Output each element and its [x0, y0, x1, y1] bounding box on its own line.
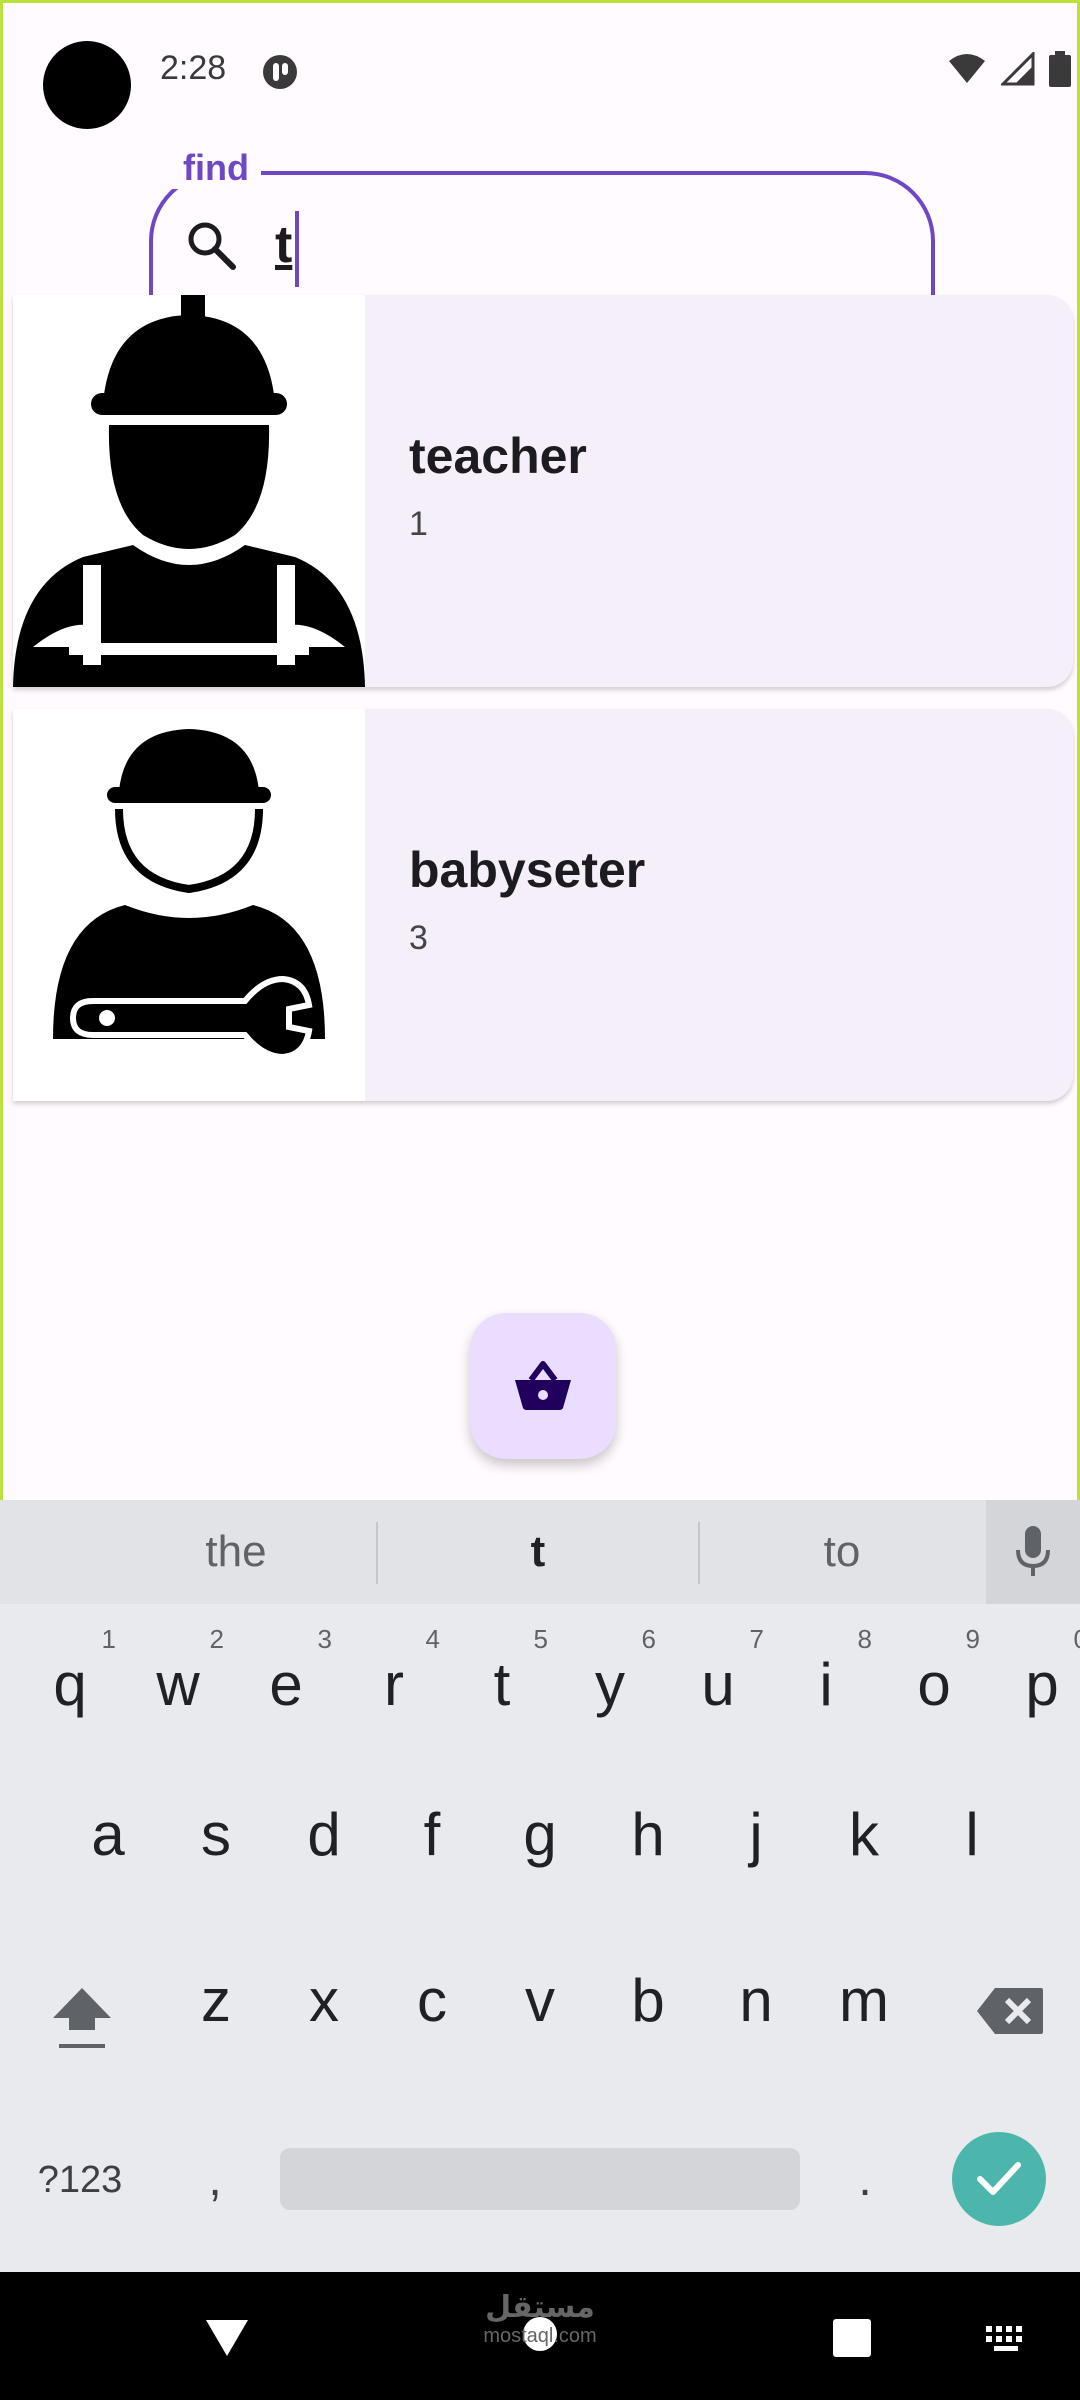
key-letter: z: [201, 1967, 231, 2034]
key-letter: g: [523, 1801, 557, 1868]
key-u[interactable]: 7u: [664, 1620, 772, 1730]
key-letter: b: [631, 1967, 665, 2034]
key-letter: c: [417, 1967, 447, 2034]
item-title: teacher: [409, 428, 587, 484]
key-p[interactable]: 0p: [988, 1620, 1080, 1730]
key-l[interactable]: l: [918, 1800, 1026, 1890]
key-c[interactable]: c: [378, 1966, 486, 2056]
key-letter: n: [739, 1967, 773, 2034]
key-j[interactable]: j: [702, 1800, 810, 1890]
key-d[interactable]: d: [270, 1800, 378, 1890]
battery-icon: [1049, 51, 1071, 87]
checkmark-icon: [977, 2162, 1021, 2195]
status-bar: 2:28: [3, 3, 1080, 143]
key-letter: d: [307, 1801, 341, 1868]
microphone-icon: [1016, 1526, 1050, 1576]
recents-nav-icon[interactable]: [832, 2318, 872, 2358]
suggestion-divider: [376, 1522, 378, 1584]
key-letter: q: [53, 1651, 87, 1718]
key-v[interactable]: v: [486, 1966, 594, 2056]
watermark: مستقل mostaql.com: [470, 2290, 610, 2348]
key-letter: f: [423, 1801, 441, 1868]
key-t[interactable]: 5t: [448, 1620, 556, 1730]
item-title: babyseter: [409, 842, 646, 898]
key-y[interactable]: 6y: [556, 1620, 664, 1730]
key-b[interactable]: b: [594, 1966, 702, 2056]
key-letter: p: [1025, 1651, 1059, 1718]
suggestion-t[interactable]: t: [398, 1500, 678, 1604]
basket-icon: [515, 1361, 571, 1410]
backspace-key[interactable]: [960, 1986, 1060, 2046]
key-z[interactable]: z: [162, 1966, 270, 2056]
key-letter: m: [839, 1967, 889, 2034]
key-r[interactable]: 4r: [340, 1620, 448, 1730]
suggestion-strip: the t to: [0, 1500, 1080, 1604]
key-letter: e: [269, 1651, 303, 1718]
watermark-latin: mostaql.com: [483, 2325, 597, 2347]
key-e[interactable]: 3e: [232, 1620, 340, 1730]
key-n[interactable]: n: [702, 1966, 810, 2056]
key-letter: t: [493, 1651, 511, 1718]
item-count: 3: [409, 919, 428, 957]
key-letter: r: [384, 1651, 404, 1718]
keyboard-switch-icon[interactable]: [984, 2324, 1028, 2354]
voice-input-button[interactable]: [986, 1500, 1080, 1604]
key-letter: y: [595, 1651, 625, 1718]
done-key[interactable]: [952, 2132, 1046, 2226]
watermark-arabic: مستقل: [485, 2291, 595, 2324]
back-nav-icon[interactable]: [204, 2318, 250, 2358]
search-field[interactable]: find: [149, 147, 935, 311]
key-letter: o: [917, 1651, 951, 1718]
key-a[interactable]: a: [54, 1800, 162, 1890]
notification-app-icon: [263, 55, 297, 89]
key-letter: i: [819, 1651, 833, 1718]
symbols-key[interactable]: ?123: [20, 2150, 140, 2210]
key-letter: h: [631, 1801, 665, 1868]
period-key[interactable]: .: [840, 2150, 890, 2210]
key-h[interactable]: h: [594, 1800, 702, 1890]
suggestion-the[interactable]: the: [96, 1500, 376, 1604]
camera-cutout: [43, 41, 131, 129]
signal-icon: [1001, 52, 1035, 86]
list-item[interactable]: babyseter 3: [13, 709, 1073, 1101]
key-q[interactable]: 1q: [16, 1620, 124, 1730]
item-count: 1: [409, 505, 428, 543]
key-letter: s: [201, 1801, 231, 1868]
key-letter: j: [749, 1801, 763, 1868]
search-icon: [188, 222, 236, 270]
comma-key[interactable]: ,: [190, 2150, 240, 2210]
wifi-icon: [949, 54, 985, 83]
worker-helmet-image: [13, 295, 365, 687]
key-w[interactable]: 2w: [124, 1620, 232, 1730]
key-x[interactable]: x: [270, 1966, 378, 2056]
key-letter: x: [309, 1967, 339, 2034]
key-letter: u: [701, 1651, 735, 1718]
search-label: find: [171, 147, 261, 189]
app-screen: 2:28 find t teacher 1 babyseter 3: [0, 0, 1080, 1500]
key-i[interactable]: 8i: [772, 1620, 880, 1730]
shift-key[interactable]: [22, 1980, 142, 2060]
key-letter: l: [965, 1801, 979, 1868]
search-input[interactable]: [275, 209, 835, 281]
key-s[interactable]: s: [162, 1800, 270, 1890]
key-letter: k: [849, 1801, 879, 1868]
key-m[interactable]: m: [810, 1966, 918, 2056]
key-letter: w: [156, 1651, 200, 1718]
status-time: 2:28: [160, 49, 227, 87]
basket-button[interactable]: [470, 1313, 616, 1459]
space-key[interactable]: [280, 2148, 800, 2210]
text-cursor: [295, 211, 299, 287]
list-item[interactable]: teacher 1: [13, 295, 1073, 687]
key-g[interactable]: g: [486, 1800, 594, 1890]
mechanic-helmet-image: [13, 709, 365, 1101]
backspace-icon: [977, 1988, 1043, 2034]
suggestion-to[interactable]: to: [700, 1500, 984, 1604]
key-o[interactable]: 9o: [880, 1620, 988, 1730]
key-letter: a: [91, 1801, 125, 1868]
key-k[interactable]: k: [810, 1800, 918, 1890]
shift-icon: [53, 1988, 111, 2048]
key-letter: v: [525, 1967, 555, 2034]
results-list: teacher 1 babyseter 3: [13, 295, 1073, 1123]
key-f[interactable]: f: [378, 1800, 486, 1890]
